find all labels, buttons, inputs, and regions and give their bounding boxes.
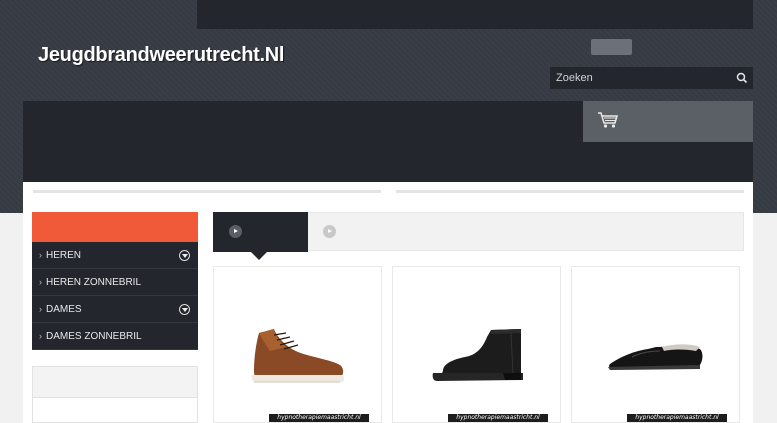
category-menu-header	[32, 212, 198, 242]
expand-circle-icon[interactable]	[179, 250, 190, 261]
category-label: HEREN ZONNEBRIL	[46, 277, 142, 288]
search-icon[interactable]	[735, 71, 749, 85]
top-bar	[197, 0, 753, 29]
expand-circle-icon[interactable]	[179, 304, 190, 315]
category-item-heren[interactable]: › HEREN	[32, 242, 198, 269]
chevron-right-icon: ›	[39, 304, 42, 314]
watermark: hypnotherapiemaastricht.nl	[448, 414, 548, 422]
category-item-dames[interactable]: › DAMES	[32, 296, 198, 323]
chevron-right-icon: ›	[39, 331, 42, 341]
cart-box[interactable]	[583, 101, 753, 142]
header-small-button[interactable]	[591, 39, 632, 55]
sidebar-widget-header	[33, 367, 197, 398]
brown-sneaker-image[interactable]	[214, 267, 383, 423]
category-item-heren-zonnebril[interactable]: › HEREN ZONNEBRIL	[32, 269, 198, 296]
product-card[interactable]: hypnotherapiemaastricht.nl	[213, 266, 382, 423]
search-input[interactable]	[550, 67, 730, 89]
category-label: HEREN	[46, 250, 82, 261]
shopping-cart-icon[interactable]	[597, 111, 619, 129]
play-circle-icon[interactable]	[229, 225, 242, 238]
product-card[interactable]: hypnotherapiemaastricht.nl	[571, 266, 740, 423]
product-card[interactable]: hypnotherapiemaastricht.nl	[392, 266, 561, 423]
play-circle-icon[interactable]	[323, 225, 336, 238]
chevron-right-icon: ›	[39, 277, 42, 287]
search-box	[550, 67, 753, 89]
category-label: DAMES ZONNEBRIL	[46, 331, 142, 342]
chevron-right-icon: ›	[39, 250, 42, 260]
watermark: hypnotherapiemaastricht.nl	[627, 414, 727, 422]
site-logo[interactable]: Jeugdbrandweerutrecht.Nl	[38, 44, 284, 67]
divider	[33, 190, 381, 193]
black-boot-image[interactable]	[393, 267, 562, 423]
watermark: hypnotherapiemaastricht.nl	[269, 414, 369, 422]
category-label: DAMES	[46, 304, 82, 315]
divider	[396, 190, 744, 193]
sidebar-widget	[32, 366, 198, 423]
category-item-dames-zonnebril[interactable]: › DAMES ZONNEBRIL	[32, 323, 198, 350]
category-menu: › HEREN › HEREN ZONNEBRIL › DAMES › DAMES ZO…	[32, 212, 198, 350]
black-flat-image[interactable]	[572, 267, 741, 423]
tab-active[interactable]	[213, 212, 308, 260]
